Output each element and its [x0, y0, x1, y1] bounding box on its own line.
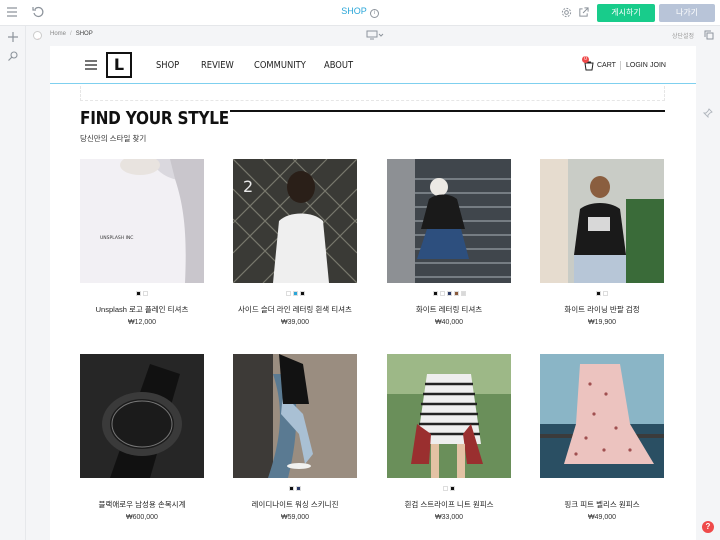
product-image-man-fence[interactable]: 2 [233, 159, 357, 283]
cart-link[interactable]: CART [597, 62, 616, 69]
swatch[interactable] [446, 291, 452, 296]
external-link-icon[interactable] [578, 7, 589, 18]
nav-about[interactable]: ABOUT [324, 60, 353, 71]
korea-flag-icon[interactable] [33, 31, 42, 40]
product-name[interactable]: 사이드 슬더 라인 레터링 흰색 티셔츠 [233, 304, 357, 315]
color-swatches [80, 486, 204, 496]
nav-community[interactable]: COMMUNITY [254, 60, 306, 71]
product-name[interactable]: 레이디나이트 워싱 스키니진 [233, 499, 357, 510]
right-strip [696, 46, 720, 540]
product-price: ₩33,000 [434, 514, 464, 521]
site-canvas: L SHOP REVIEW COMMUNITY ABOUT 0 CART LOGIN … [50, 46, 696, 540]
swatch[interactable] [432, 291, 438, 296]
product-card[interactable]: 화이트 라이닝 반팔 검정 ₩19,900 [540, 159, 664, 326]
swatch[interactable] [289, 486, 294, 491]
product-card[interactable]: 블랙애로우 남성용 손목시계 ₩600,000 [80, 354, 204, 521]
left-toolbar [0, 26, 26, 540]
color-swatches [540, 291, 664, 301]
swatch[interactable] [136, 291, 141, 296]
empty-block-placeholder [80, 86, 665, 101]
product-image-woman-jeans[interactable] [233, 354, 357, 478]
swatch[interactable] [460, 291, 466, 296]
swatch[interactable] [450, 486, 455, 491]
copy-icon[interactable] [704, 30, 714, 40]
swatch[interactable] [292, 291, 298, 296]
product-price: ₩40,000 [434, 319, 464, 326]
gear-icon[interactable] [561, 7, 572, 18]
product-image-white-tshirt[interactable]: UNSPLASH INC [80, 159, 204, 283]
exit-button[interactable]: 나가기 [659, 4, 715, 22]
swatch[interactable] [453, 291, 459, 296]
product-card[interactable]: 화이트 레터링 티셔츠 ₩40,000 [387, 159, 511, 326]
publish-button[interactable]: 게시하기 [597, 4, 655, 22]
product-image-pink-dress[interactable] [540, 354, 664, 478]
color-swatches [387, 486, 511, 496]
swatch[interactable] [596, 291, 601, 296]
plus-icon[interactable] [7, 31, 19, 43]
product-price: ₩600,000 [126, 514, 158, 521]
swatch[interactable] [439, 291, 445, 296]
product-card[interactable]: 핑크 피트 벨리스 원피스 ₩49,000 [540, 354, 664, 521]
search-icon[interactable] [7, 50, 19, 62]
swatch[interactable] [285, 291, 291, 296]
breadcrumb-home[interactable]: Home [50, 31, 66, 37]
editor-subbar: Home / SHOP 상단설정 [26, 26, 720, 46]
swatch[interactable] [143, 291, 148, 296]
svg-text:2: 2 [243, 177, 253, 196]
hamburger-icon[interactable] [85, 60, 97, 70]
top-settings-link[interactable]: 상단설정 [672, 31, 694, 40]
product-name[interactable]: 핑크 피트 벨리스 원피스 [540, 499, 664, 510]
product-name[interactable]: 화이트 레터링 티셔츠 [387, 304, 511, 315]
product-name[interactable]: 블랙애로우 남성용 손목시계 [80, 499, 204, 510]
site-logo[interactable]: L [106, 52, 132, 78]
section-subtitle: 당신만의 스타일 찾기 [80, 134, 147, 143]
header-divider [620, 61, 621, 70]
product-card[interactable]: UNSPLASH INC Unsplash 로고 플레인 티셔츠 ₩12,000 [80, 159, 204, 326]
product-price: ₩49,000 [587, 514, 617, 521]
svg-text:UNSPLASH INC: UNSPLASH INC [100, 235, 133, 241]
nav-review[interactable]: REVIEW [201, 60, 234, 71]
product-card[interactable]: 2 사이드 슬더 라인 레터링 흰색 티셔츠 ₩39,000 [233, 159, 357, 326]
site-header[interactable]: L SHOP REVIEW COMMUNITY ABOUT 0 CART LOGIN … [50, 46, 696, 84]
color-swatches [387, 291, 511, 301]
color-swatches [233, 486, 357, 496]
product-image-man-stairs[interactable] [387, 159, 511, 283]
swatch[interactable] [443, 486, 448, 491]
section-title: FIND YOUR STYLE [80, 108, 229, 129]
product-image-watch[interactable] [80, 354, 204, 478]
product-price: ₩12,000 [127, 319, 157, 326]
product-name[interactable]: 흰검 스트라이프 니트 원피스 [387, 499, 511, 510]
product-card[interactable]: 레이디나이트 워싱 스키니진 ₩59,000 [233, 354, 357, 521]
join-link[interactable]: JOIN [650, 62, 666, 69]
product-name[interactable]: 화이트 라이닝 반팔 검정 [540, 304, 664, 315]
swatch[interactable] [299, 291, 305, 296]
editor-topbar: SHOP i 게시하기 나가기 [0, 0, 720, 26]
page-name-label: SHOP [341, 6, 367, 16]
site-nav: SHOP REVIEW COMMUNITY ABOUT [156, 60, 369, 71]
color-swatches [540, 486, 664, 496]
product-price: ₩19,900 [587, 319, 617, 326]
product-image-woman-stripe[interactable] [387, 354, 511, 478]
nav-shop[interactable]: SHOP [156, 60, 182, 71]
product-name[interactable]: Unsplash 로고 플레인 티셔츠 [80, 304, 204, 315]
title-rule [230, 110, 665, 112]
swatch[interactable] [296, 486, 301, 491]
help-icon[interactable]: ? [702, 521, 714, 533]
logo-letter: L [113, 55, 125, 74]
color-swatches [233, 291, 357, 301]
product-image-man-sunglasses[interactable] [540, 159, 664, 283]
info-icon[interactable]: i [369, 9, 379, 18]
breadcrumb-current: SHOP [75, 31, 93, 37]
cart-count-badge: 0 [582, 56, 589, 63]
desktop-device-icon[interactable] [366, 30, 384, 40]
product-price: ₩39,000 [280, 319, 310, 326]
breadcrumb: Home / SHOP [50, 31, 93, 37]
product-price: ₩59,000 [280, 514, 310, 521]
product-card[interactable]: 흰검 스트라이프 니트 원피스 ₩33,000 [387, 354, 511, 521]
color-swatches [80, 291, 204, 301]
login-link[interactable]: LOGIN [626, 62, 648, 69]
pin-icon[interactable] [703, 108, 713, 118]
swatch[interactable] [603, 291, 608, 296]
